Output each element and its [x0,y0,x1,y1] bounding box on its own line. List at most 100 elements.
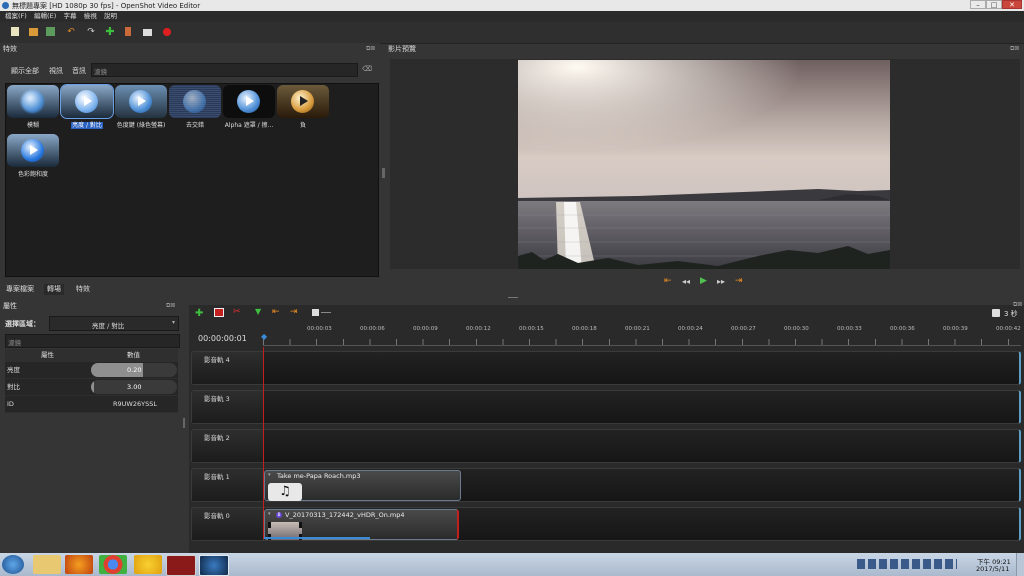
effect-blur-thumbnail [7,85,59,118]
effect-negative-thumbnail [277,85,329,118]
track-0[interactable]: 影音軌 0 ▾ B V_20170313_172442_vHDR_On.mp4 [191,507,1021,541]
clip-menu-icon[interactable]: ▾ [268,472,271,478]
tab-project-files[interactable]: 專案檔案 [3,284,37,295]
playhead-icon[interactable]: ◆ [261,332,267,341]
video-clip[interactable]: ▾ B V_20170313_172442_vHDR_On.mp4 [264,509,459,540]
property-name: ID [7,400,14,408]
properties-title: 屬性 [3,302,17,310]
effect-blur[interactable]: 模糊 [7,85,59,129]
track-header[interactable]: 影音軌 0 [192,508,264,540]
audio-clip[interactable]: ▾ Take me-Papa Roach.mp3 ♫ [264,470,461,501]
previous-marker-icon[interactable]: ⇤ [272,307,280,317]
chrome-icon[interactable] [99,555,127,574]
new-project-icon[interactable] [11,27,19,36]
tab-transitions[interactable]: 轉場 [44,284,64,295]
property-row-contrast[interactable]: 對比 3.00 [5,379,178,396]
media-player-icon[interactable] [134,555,162,574]
filter-video[interactable]: 視訊 [49,66,63,76]
effect-negative[interactable]: 負 [277,85,329,129]
panel-float-icon[interactable]: ⧉⊠ [1010,45,1019,53]
minimize-button[interactable]: – [970,0,986,9]
effect-saturation[interactable]: 色彩飽和度 [7,134,59,178]
track-header[interactable]: 影音軌 1 [192,469,264,501]
menu-title[interactable]: 字幕 [63,11,76,22]
redo-icon[interactable]: ↷ [86,27,96,37]
effects-grid: 模糊 亮度 / 對比 色度鍵 (綠色螢幕) 去交錯 Alpha 遮罩 / 擦..… [5,83,379,277]
zoom-slider-track[interactable] [321,312,331,313]
effect-chroma-thumbnail [115,85,167,118]
filter-audio[interactable]: 音訊 [72,66,86,76]
track-header[interactable]: 影音軌 4 [192,352,264,384]
menu-view[interactable]: 檢視 [84,11,97,22]
vertical-splitter[interactable] [382,168,385,178]
horizontal-splitter[interactable] [508,297,518,298]
start-button[interactable] [2,555,24,574]
add-marker-icon[interactable]: ▼ [255,307,261,316]
time-ruler[interactable]: 00:00:03 00:00:06 00:00:09 00:00:12 00:0… [263,325,1021,347]
fast-forward-icon[interactable]: ▸▸ [717,277,725,286]
effect-deinterlace[interactable]: 去交錯 [169,85,221,129]
openshot-taskbar-icon[interactable] [199,555,229,576]
show-desktop-button[interactable] [1016,553,1024,576]
panel-float-icon[interactable]: ⧉⊠ [1013,301,1022,309]
explorer-icon[interactable] [33,555,61,574]
maximize-button[interactable]: □ [986,0,1002,9]
menu-help[interactable]: 說明 [104,11,117,22]
jump-start-icon[interactable]: ⇤ [664,276,672,286]
property-row-brightness[interactable]: 亮度 0.20 [5,362,178,379]
track-4[interactable]: 影音軌 4 [191,351,1021,385]
window-title: 無標題專案 [HD 1080p 30 fps] - OpenShot Video… [12,2,201,10]
clip-name: V_20170313_172442_vHDR_On.mp4 [285,511,405,519]
track-label: 影音軌 2 [204,434,230,442]
clear-search-icon[interactable]: ⌫ [362,65,372,73]
save-project-icon[interactable] [46,27,55,36]
export-video-icon[interactable] [163,28,171,36]
filter-show-all[interactable]: 顯示全部 [11,66,39,76]
selection-dropdown[interactable]: 亮度 / 對比 ▾ [49,316,179,331]
system-tray-icons[interactable] [857,559,957,569]
effect-label: 色彩飽和度 [17,171,48,178]
zoom-checkbox[interactable] [992,309,1000,317]
effect-alpha-mask[interactable]: Alpha 遮罩 / 擦... [223,85,275,129]
effect-badge-icon[interactable]: B [276,512,282,518]
properties-filter-input[interactable]: 濾鏡 [5,334,180,348]
undo-icon[interactable]: ↶ [66,27,76,37]
next-marker-icon[interactable]: ⇥ [290,307,298,317]
track-header[interactable]: 影音軌 3 [192,391,264,423]
firefox-icon[interactable] [65,555,93,574]
selection-label: 選擇區域： [5,320,40,328]
property-row-id[interactable]: ID R9UW26YSSL [5,396,178,413]
track-label: 影音軌 1 [204,473,230,481]
effect-brightness-contrast[interactable]: 亮度 / 對比 [60,84,114,129]
rewind-icon[interactable]: ◂◂ [682,277,690,286]
effects-search-input[interactable]: 濾鏡 [91,63,358,77]
clip-menu-icon[interactable]: ▾ [268,511,271,517]
property-value: 0.20 [127,366,142,374]
timeline-scrollbar[interactable] [264,537,370,539]
jump-end-icon[interactable]: ⇥ [735,276,743,286]
zoom-slider-handle[interactable] [312,309,319,316]
video-app-icon[interactable] [166,555,196,576]
menu-edit[interactable]: 編輯(E) [34,11,56,22]
menu-file[interactable]: 檔案(F) [5,11,27,22]
profile-icon[interactable] [125,27,131,36]
panel-float-icon[interactable]: ⧉⊠ [166,302,175,310]
close-button[interactable]: ✕ [1002,0,1022,9]
track-3[interactable]: 影音軌 3 [191,390,1021,424]
play-icon[interactable]: ▶ [700,276,707,286]
open-project-icon[interactable] [29,28,38,36]
add-track-icon[interactable]: ✚ [195,308,203,319]
effect-chroma-key[interactable]: 色度鍵 (綠色螢幕) [115,85,167,129]
track-header[interactable]: 影音軌 2 [192,430,264,462]
snapping-icon[interactable] [214,308,224,317]
effect-label: 色度鍵 (綠色螢幕) [116,122,166,129]
effect-label: 去交錯 [185,122,204,129]
track-2[interactable]: 影音軌 2 [191,429,1021,463]
tab-effects[interactable]: 特效 [73,284,93,295]
razor-icon[interactable]: ✂ [233,307,241,317]
panel-float-icon[interactable]: ⧉⊠ [366,45,375,53]
track-1[interactable]: 影音軌 1 ▾ Take me-Papa Roach.mp3 ♫ [191,468,1021,502]
vertical-splitter[interactable] [183,418,185,428]
fullscreen-icon[interactable] [143,29,152,36]
import-files-icon[interactable]: ✚ [105,26,115,37]
